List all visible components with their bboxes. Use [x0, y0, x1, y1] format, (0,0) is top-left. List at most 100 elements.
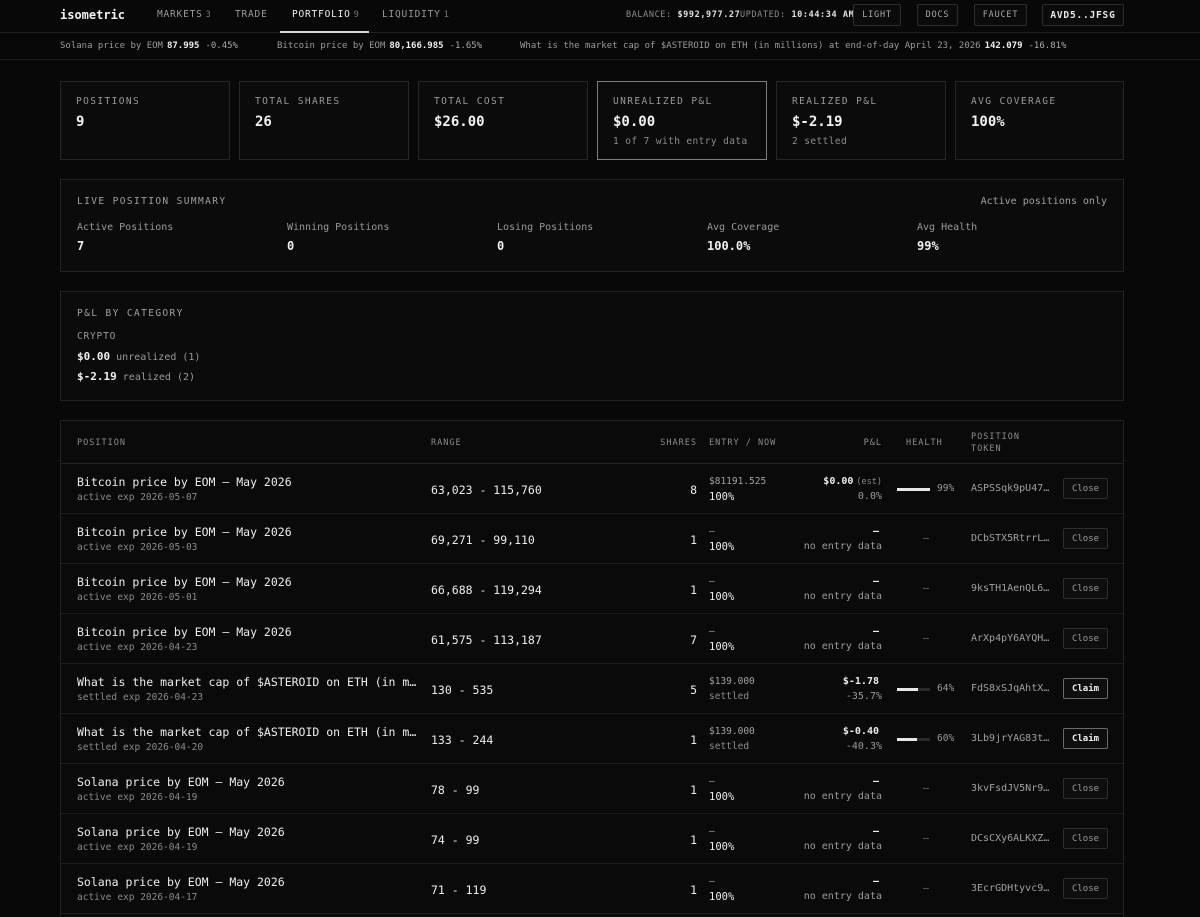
ticker-value: 87.995: [166, 41, 200, 51]
summary-value: 7: [77, 239, 85, 253]
ticker-item[interactable]: What is the market cap of $ASTEROID on E…: [520, 41, 1066, 51]
position-pnl: —: [771, 626, 882, 637]
health-bar: [897, 738, 930, 741]
position-shares: 1: [690, 783, 697, 797]
position-title[interactable]: What is the market cap of $ASTEROID on E…: [77, 675, 419, 689]
position-range: 61,575 - 113,187: [431, 633, 542, 647]
unrealized-value: $0.00: [77, 350, 111, 363]
position-token[interactable]: 3EcrGDHtyvc9...: [971, 883, 1051, 894]
stat-label: POSITIONS: [76, 96, 141, 107]
docs-button[interactable]: DOCS: [917, 4, 958, 26]
category-name: CRYPTO: [77, 331, 117, 342]
position-range: 66,688 - 119,294: [431, 583, 542, 597]
header-shares[interactable]: SHARES: [641, 437, 697, 449]
header-health[interactable]: HEALTH: [906, 437, 943, 449]
table-row[interactable]: Bitcoin price by EOM — May 2026 active exp…: [61, 564, 1123, 614]
position-range: 74 - 99: [431, 833, 480, 847]
tab-liquidity[interactable]: LIQUIDITY 1: [382, 9, 450, 20]
stat-card-unrealized-pnl[interactable]: UNREALIZED P&L $0.00 1 of 7 with entry d…: [597, 81, 767, 160]
summary-value: 99%: [917, 239, 939, 253]
position-title[interactable]: Bitcoin price by EOM — May 2026: [77, 575, 419, 589]
close-button[interactable]: Close: [1063, 828, 1108, 849]
position-expiry: exp 2026-04-17: [117, 892, 198, 903]
position-title[interactable]: Solana price by EOM — May 2026: [77, 775, 419, 789]
table-row[interactable]: What is the market cap of $ASTEROID on E…: [61, 664, 1123, 714]
wallet-button[interactable]: AVD5..JFSG: [1042, 4, 1124, 26]
position-now: settled: [709, 691, 750, 702]
position-pnl: —: [771, 526, 882, 537]
position-token[interactable]: 3Lb9jrYAG83t...: [971, 733, 1051, 744]
claim-button[interactable]: Claim: [1063, 678, 1108, 699]
position-title[interactable]: Solana price by EOM — May 2026: [77, 825, 419, 839]
position-title[interactable]: What is the market cap of $ASTEROID on E…: [77, 725, 419, 739]
stat-value: 9: [76, 114, 85, 130]
tab-trade[interactable]: TRADE: [235, 9, 271, 20]
position-shares: 8: [690, 483, 697, 497]
table-row[interactable]: Solana price by EOM — May 2026 active exp …: [61, 864, 1123, 914]
position-status-line: active exp 2026-04-23: [77, 642, 203, 653]
position-pnl-sub: -40.3%: [845, 741, 882, 752]
ticker-label: What is the market cap of $ASTEROID on E…: [520, 41, 981, 51]
position-range: 71 - 119: [431, 883, 487, 897]
position-status-line: active exp 2026-05-03: [77, 542, 203, 553]
position-token[interactable]: 3kvFsdJV5Nr9...: [971, 783, 1051, 794]
close-button[interactable]: Close: [1063, 878, 1108, 899]
table-row[interactable]: Solana price by EOM — May 2026 active exp …: [61, 814, 1123, 864]
header-range[interactable]: RANGE: [431, 437, 462, 449]
position-status: active: [77, 642, 112, 653]
pnl-value: —: [872, 876, 879, 887]
position-status: active: [77, 892, 112, 903]
close-button[interactable]: Close: [1063, 578, 1108, 599]
position-entry: —: [709, 526, 715, 537]
claim-button[interactable]: Claim: [1063, 728, 1108, 749]
position-entry: —: [709, 626, 715, 637]
table-row[interactable]: Bitcoin price by EOM — May 2026 active exp…: [61, 514, 1123, 564]
position-token[interactable]: 9ksTH1AenQL6...: [971, 583, 1051, 594]
ticker-label: Bitcoin price by EOM: [277, 41, 386, 51]
health-value: —: [923, 633, 930, 644]
position-title[interactable]: Bitcoin price by EOM — May 2026: [77, 625, 419, 639]
tab-portfolio[interactable]: PORTFOLIO 9: [292, 9, 360, 20]
tab-markets[interactable]: MARKETS 3: [157, 9, 212, 20]
close-button[interactable]: Close: [1063, 628, 1108, 649]
table-row[interactable]: Solana price by EOM — May 2026 active exp …: [61, 764, 1123, 814]
app-logo[interactable]: isometric: [60, 8, 125, 22]
faucet-button[interactable]: FAUCET: [974, 4, 1027, 26]
header-pnl[interactable]: P&L: [821, 437, 882, 449]
position-token[interactable]: ArXp4pY6AYQH...: [971, 633, 1051, 644]
close-button[interactable]: Close: [1063, 778, 1108, 799]
pnl-value: —: [872, 526, 879, 537]
position-token[interactable]: DCbSTX5RtrrL...: [971, 533, 1051, 544]
stat-value: $-2.19: [792, 114, 843, 130]
position-token[interactable]: FdS8xSJqAhtX...: [971, 683, 1051, 694]
position-token[interactable]: ASPSSqk9pU47...: [971, 483, 1051, 494]
tab-count: 3: [205, 10, 212, 20]
position-status: settled: [77, 742, 118, 753]
tab-label: TRADE: [235, 9, 268, 20]
balance-label: BALANCE:: [626, 10, 672, 20]
header-position-token[interactable]: POSITION TOKEN: [971, 431, 1020, 455]
header-entry-now[interactable]: ENTRY / NOW: [709, 437, 776, 449]
ticker-item[interactable]: Solana price by EOM 87.995 -0.45%: [60, 41, 238, 51]
position-token[interactable]: DCsCXy6ALKXZ...: [971, 833, 1051, 844]
positions-table: POSITION RANGE SHARES ENTRY / NOW P&L HE…: [60, 420, 1124, 917]
position-expiry: exp 2026-05-03: [117, 542, 198, 553]
table-row[interactable]: Bitcoin price by EOM — May 2026 active exp…: [61, 614, 1123, 664]
close-button[interactable]: Close: [1063, 528, 1108, 549]
position-expiry: exp 2026-04-19: [117, 792, 198, 803]
close-button[interactable]: Close: [1063, 478, 1108, 499]
position-range: 63,023 - 115,760: [431, 483, 542, 497]
table-row[interactable]: What is the market cap of $ASTEROID on E…: [61, 714, 1123, 764]
position-title[interactable]: Solana price by EOM — May 2026: [77, 875, 419, 889]
stat-label: UNREALIZED P&L: [613, 96, 713, 107]
health-bar-fill: [897, 688, 919, 691]
ticker-item[interactable]: Bitcoin price by EOM 80,166.985 -1.65%: [277, 41, 482, 51]
top-nav: isometric MARKETS 3 TRADE PORTFOLIO 9 LIQU…: [0, 0, 1200, 33]
summary-avg-coverage: Avg Coverage 100.0%: [707, 222, 779, 253]
position-title[interactable]: Bitcoin price by EOM — May 2026: [77, 475, 419, 489]
table-row[interactable]: Bitcoin price by EOM — May 2026 active exp…: [61, 464, 1123, 514]
header-position[interactable]: POSITION: [77, 437, 126, 449]
theme-toggle-button[interactable]: LIGHT: [853, 4, 901, 26]
health-value: —: [923, 583, 930, 594]
position-title[interactable]: Bitcoin price by EOM — May 2026: [77, 525, 419, 539]
